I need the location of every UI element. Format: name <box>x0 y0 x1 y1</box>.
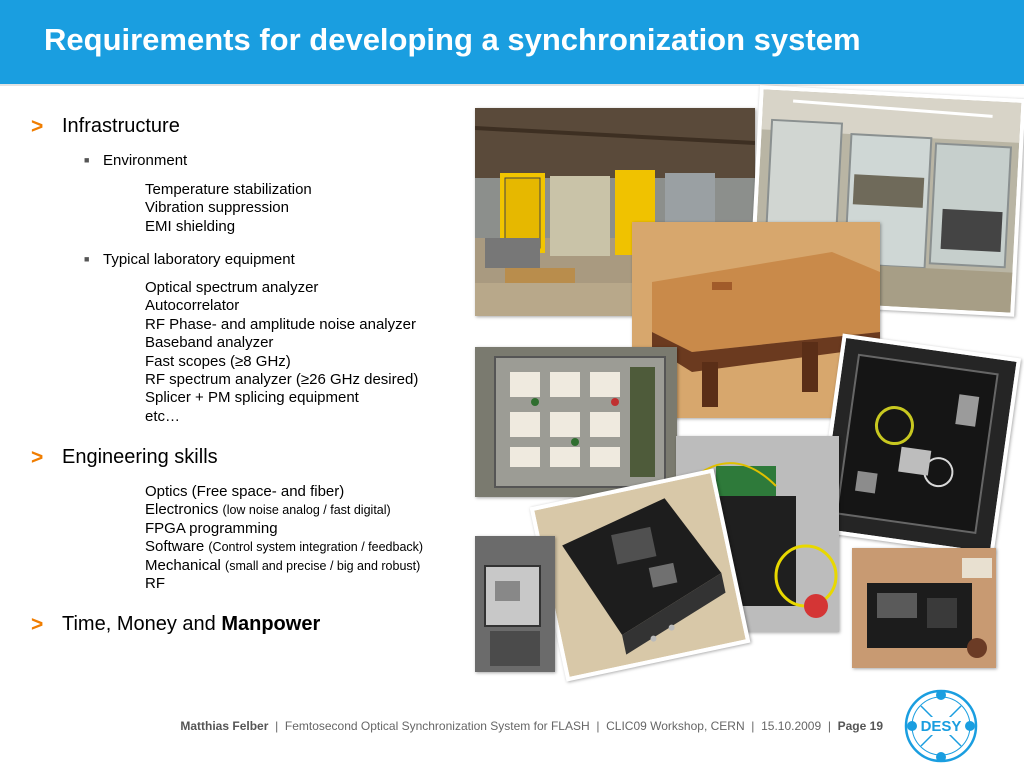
footer-page-number: Page 19 <box>837 719 883 733</box>
subheading-environment: Environment <box>103 152 188 169</box>
equipment-list: Optical spectrum analyzer Autocorrelator… <box>145 279 418 426</box>
list-item: Autocorrelator <box>145 297 240 315</box>
lab-box-photo <box>852 548 996 668</box>
list-item: FPGA programming <box>145 519 278 537</box>
desy-logo-text: DESY <box>921 718 962 735</box>
footer-separator: | <box>596 719 600 733</box>
footer-separator: | <box>827 719 831 733</box>
footer-talk-title: Femtosecond Optical Synchronization Syst… <box>284 719 590 733</box>
slide-title: Requirements for developing a synchroniz… <box>44 22 861 57</box>
square-bullet-icon: ■ <box>84 155 90 165</box>
environment-list: Temperature stabilization Vibration supp… <box>145 181 312 236</box>
list-item: Electronics (low noise analog / fast dig… <box>145 501 391 519</box>
list-item: Vibration suppression <box>145 199 289 217</box>
list-item: RF spectrum analyzer (≥26 GHz desired) <box>145 370 419 388</box>
crate-photo <box>475 536 555 672</box>
square-bullet-icon: ■ <box>84 254 90 264</box>
title-bar: Requirements for developing a synchroniz… <box>0 0 1024 86</box>
footer-separator: | <box>275 719 279 733</box>
heading-infrastructure: Infrastructure <box>62 115 180 137</box>
desy-logo: DESY <box>903 688 979 764</box>
footer: Matthias Felber | Femtosecond Optical Sy… <box>0 719 883 733</box>
footer-date: 15.10.2009 <box>761 719 822 733</box>
electronics-chassis-photo <box>475 347 677 497</box>
list-item: etc… <box>145 407 181 425</box>
list-item: Splicer + PM splicing equipment <box>145 389 359 407</box>
list-item: Temperature stabilization <box>145 181 312 198</box>
list-item: RF Phase- and amplitude noise analyzer <box>145 315 416 333</box>
list-item: EMI shielding <box>145 217 236 235</box>
heading-resources: Time, Money and Manpower <box>62 613 321 635</box>
list-item: Optical spectrum analyzer <box>145 279 319 296</box>
engineering-list: Optics (Free space- and fiber) Electroni… <box>145 483 423 593</box>
list-item: Mechanical (small and precise / big and … <box>145 556 421 574</box>
breadboard-photo <box>814 333 1022 557</box>
heading-engineering-skills: Engineering skills <box>62 446 218 468</box>
footer-author: Matthias Felber <box>180 719 269 733</box>
instrument-box-photo <box>529 468 751 682</box>
footer-separator: | <box>751 719 755 733</box>
footer-event: CLIC09 Workshop, CERN <box>606 719 745 733</box>
arrow-bullet-icon: > <box>31 613 44 636</box>
list-item: RF <box>145 574 165 592</box>
list-item: Baseband analyzer <box>145 334 274 352</box>
list-item: Fast scopes (≥8 GHz) <box>145 352 291 370</box>
list-item: Software (Control system integration / f… <box>145 538 424 556</box>
list-item: Optics (Free space- and fiber) <box>145 483 345 500</box>
subheading-equipment: Typical laboratory equipment <box>103 251 295 268</box>
arrow-bullet-icon: > <box>31 446 44 469</box>
arrow-bullet-icon: > <box>31 115 44 138</box>
